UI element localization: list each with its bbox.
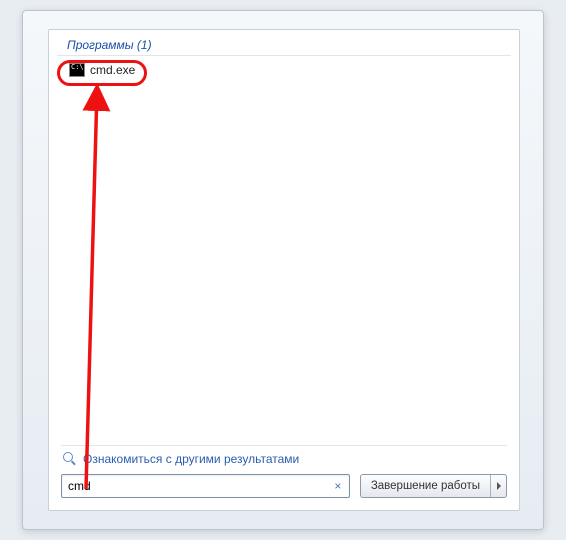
search-box[interactable]: × (61, 474, 350, 498)
clear-search-icon[interactable]: × (331, 479, 345, 493)
result-item-label: cmd.exe (90, 63, 135, 77)
bottom-area: Ознакомиться с другими результатами × За… (49, 437, 519, 510)
start-menu-frame: Программы (1) cmd.exe Ознакомиться с дру… (22, 10, 544, 530)
shutdown-button[interactable]: Завершение работы (360, 474, 507, 498)
more-results-link[interactable]: Ознакомиться с другими результатами (61, 445, 507, 474)
shutdown-main[interactable]: Завершение работы (361, 475, 490, 497)
shutdown-label: Завершение работы (371, 480, 480, 492)
controls-row: × Завершение работы (61, 474, 507, 498)
chevron-right-icon (497, 482, 501, 490)
search-results-panel: Программы (1) cmd.exe Ознакомиться с дру… (48, 29, 520, 511)
more-results-label: Ознакомиться с другими результатами (83, 452, 299, 466)
search-icon (63, 452, 77, 466)
section-header-programs: Программы (1) (57, 30, 511, 56)
shutdown-options-toggle[interactable] (490, 475, 506, 497)
search-input[interactable] (68, 479, 331, 493)
cmd-icon (69, 63, 85, 77)
section-header-label: Программы (1) (67, 38, 152, 52)
result-item-cmd[interactable]: cmd.exe (63, 61, 141, 79)
